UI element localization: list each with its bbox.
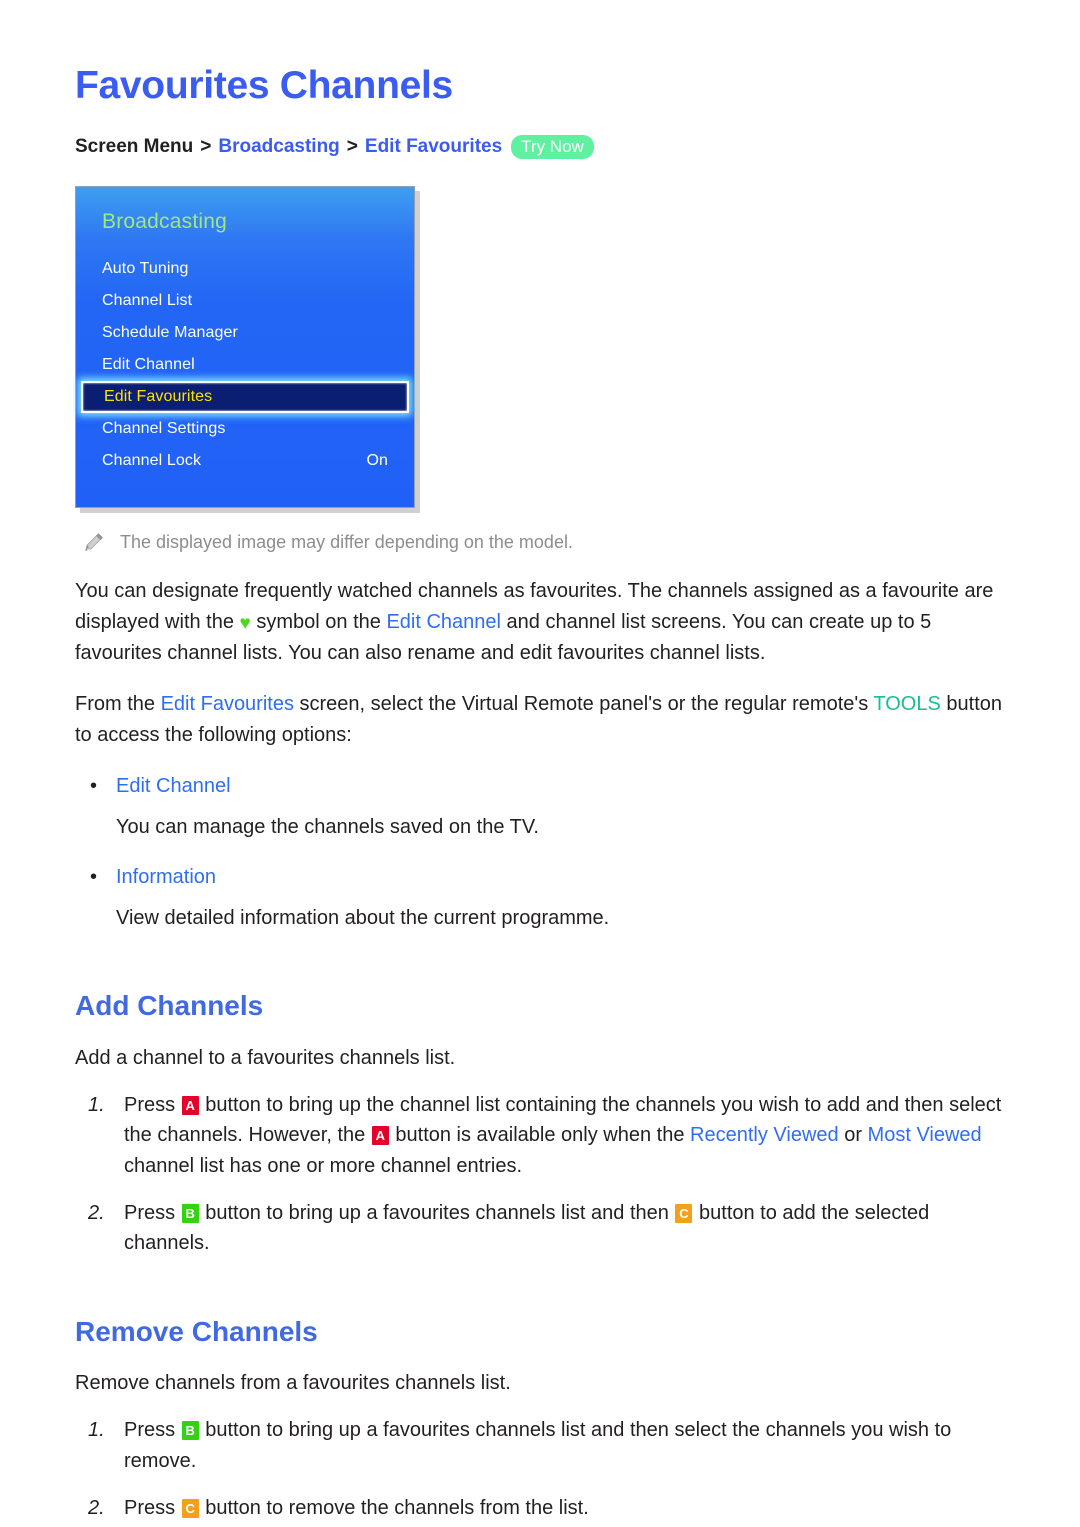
favourite-heart-icon: ♥ — [239, 612, 251, 634]
option-desc-information: View detailed information about the curr… — [116, 907, 610, 930]
section-heading-remove-channels: Remove Channels — [75, 1315, 318, 1347]
try-now-badge[interactable]: Try Now — [511, 134, 594, 160]
step-part-4: or — [838, 1124, 868, 1147]
tv-menu-panel-title: Broadcasting — [102, 209, 227, 233]
key-button-a-icon: A — [181, 1095, 199, 1115]
key-button-a-icon: A — [371, 1126, 389, 1146]
add-channels-step-1: 1. Press A button to bring up the channe… — [60, 1090, 1020, 1181]
remove-channels-step-1: 1. Press B button to bring up a favourit… — [60, 1415, 1020, 1476]
pencil-icon — [84, 532, 103, 551]
step-part-5: channel list has one or more channel ent… — [124, 1154, 523, 1177]
tv-menu-item-label: Channel Settings — [102, 419, 226, 437]
tv-menu-item-label: Channel Lock — [102, 451, 202, 469]
tv-menu-list: Auto Tuning Channel List Schedule Manage… — [76, 253, 414, 477]
step-text: Press C button to remove the channels fr… — [124, 1493, 1020, 1523]
document-page: Favourites Channels Screen Menu > Broadc… — [0, 0, 1080, 1527]
step-part-2: button to remove the channels from the l… — [199, 1497, 589, 1520]
breadcrumb-item-edit-favourites[interactable]: Edit Favourites — [365, 135, 502, 160]
option-bullet-edit-channel: • Edit Channel — [60, 771, 1020, 801]
tv-menu-item-label: Edit Favourites — [104, 387, 213, 405]
tv-menu-item-label: Edit Channel — [102, 355, 195, 373]
tv-menu-item-edit-favourites[interactable]: Edit Favourites — [81, 380, 409, 413]
option-label-edit-channel[interactable]: Edit Channel — [116, 771, 231, 801]
breadcrumb-separator-1: > — [200, 135, 212, 157]
step-part-1: Press — [124, 1419, 181, 1442]
step-part-1: Press — [124, 1093, 181, 1116]
step-number: 2. — [88, 1202, 105, 1225]
section-intro-remove-channels: Remove channels from a favourites channe… — [75, 1372, 511, 1395]
tv-menu-item-value: On — [366, 451, 388, 469]
tv-menu-item-label: Channel List — [102, 291, 193, 309]
remove-channels-step-2: 2. Press C button to remove the channels… — [60, 1493, 1020, 1523]
step-text: Press B button to bring up a favourites … — [124, 1198, 1020, 1259]
step-part-1: Press — [124, 1202, 181, 1225]
tv-menu-item-channel-list[interactable]: Channel List — [76, 285, 414, 317]
key-button-c-icon: C — [675, 1204, 693, 1224]
page-title: Favourites Channels — [75, 64, 453, 107]
breadcrumb-root: Screen Menu — [75, 135, 194, 157]
section-heading-add-channels: Add Channels — [75, 990, 264, 1022]
step-part-1: Press — [124, 1497, 181, 1520]
tv-menu-item-label: Auto Tuning — [102, 259, 189, 277]
breadcrumb: Screen Menu > Broadcasting > Edit Favour… — [60, 134, 1020, 160]
section-intro-add-channels: Add a channel to a favourites channels l… — [75, 1046, 456, 1069]
option-label-information[interactable]: Information — [116, 862, 216, 892]
bullet-marker: • — [90, 866, 98, 889]
step-part-2: button to bring up a favourites channels… — [124, 1419, 952, 1472]
option-bullet-information: • Information — [60, 862, 1020, 892]
tv-menu-item-label: Schedule Manager — [102, 323, 238, 341]
tv-menu-illustration: Broadcasting Auto Tuning Channel List Sc… — [60, 185, 1020, 508]
option-desc-edit-channel: You can manage the channels saved on the… — [116, 816, 539, 839]
intro-paragraph: You can designate frequently watched cha… — [60, 576, 1015, 669]
step-text: Press B button to bring up a favourites … — [124, 1415, 1020, 1476]
tv-menu-item-edit-channel[interactable]: Edit Channel — [76, 349, 414, 381]
tools-paragraph: From the Edit Favourites screen, select … — [60, 689, 1015, 751]
link-edit-favourites[interactable]: Edit Favourites — [161, 693, 294, 715]
step-text: Press A button to bring up the channel l… — [124, 1090, 1020, 1181]
step-number: 2. — [88, 1497, 105, 1520]
tv-menu-panel: Broadcasting Auto Tuning Channel List Sc… — [75, 185, 415, 508]
link-recently-viewed[interactable]: Recently Viewed — [690, 1124, 839, 1146]
add-channels-step-2: 2. Press B button to bring up a favourit… — [60, 1198, 1020, 1259]
key-button-b-icon: B — [181, 1421, 199, 1441]
bullet-marker: • — [90, 775, 98, 798]
note-text: The displayed image may differ depending… — [120, 531, 573, 552]
breadcrumb-separator-2: > — [346, 135, 358, 157]
tv-menu-item-auto-tuning[interactable]: Auto Tuning — [76, 253, 414, 285]
tv-menu-item-schedule-manager[interactable]: Schedule Manager — [76, 317, 414, 349]
tv-menu-item-channel-settings[interactable]: Channel Settings — [76, 413, 414, 445]
tools-part-1: From the — [75, 693, 161, 716]
tv-menu-item-channel-lock[interactable]: Channel Lock On — [76, 445, 414, 477]
tools-keyword: TOOLS — [873, 693, 941, 716]
key-button-c-icon: C — [181, 1499, 199, 1519]
note-row: The displayed image may differ depending… — [60, 530, 1020, 554]
breadcrumb-item-broadcasting[interactable]: Broadcasting — [218, 135, 339, 160]
step-part-2: button to bring up a favourites channels… — [199, 1202, 675, 1225]
link-edit-channel[interactable]: Edit Channel — [386, 611, 501, 633]
link-most-viewed[interactable]: Most Viewed — [868, 1124, 982, 1146]
tools-part-2: screen, select the Virtual Remote panel'… — [293, 693, 874, 716]
step-number: 1. — [88, 1419, 105, 1442]
step-number: 1. — [88, 1093, 105, 1116]
step-part-3: button is available only when the — [389, 1124, 691, 1147]
intro-part-2: symbol on the — [250, 610, 387, 633]
key-button-b-icon: B — [181, 1204, 199, 1224]
